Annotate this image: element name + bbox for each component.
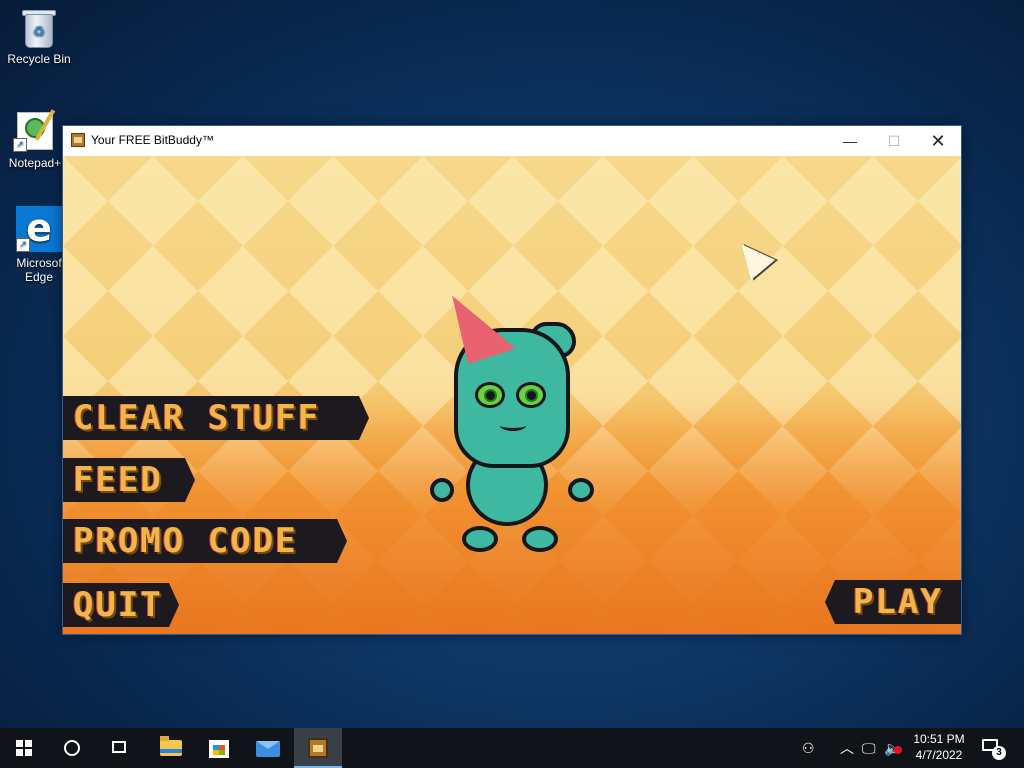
bitbuddy-window: Your FREE BitBuddy™ — ☐ ✕ CLEAR STUFF FE…: [62, 125, 962, 635]
buddy-left-hand: [430, 478, 454, 502]
buddy-right-hand: [568, 478, 594, 502]
folder-icon: [160, 736, 182, 756]
window-titlebar[interactable]: Your FREE BitBuddy™ — ☐ ✕: [63, 126, 961, 156]
buddy-left-foot: [462, 526, 498, 552]
pixel-cursor-icon: [728, 233, 776, 281]
party-hat: [446, 281, 516, 365]
task-view-button[interactable]: [96, 728, 144, 768]
network-icon[interactable]: 🖵: [862, 738, 876, 758]
maximize-button[interactable]: ☐: [871, 126, 917, 156]
buddy-mouth: [500, 420, 526, 431]
search-button[interactable]: [48, 728, 96, 768]
action-center-button[interactable]: 3: [980, 736, 1006, 760]
window-title: Your FREE BitBuddy™: [91, 133, 214, 147]
gift-box-icon: [308, 738, 328, 758]
game-canvas[interactable]: CLEAR STUFF FEED PROMO CODE QUIT PLAY: [63, 156, 961, 634]
store-bag-icon: [209, 740, 229, 758]
search-icon: [64, 740, 80, 756]
taskbar: ⚇ ︿ 🖵 🔈 10:51 PM 4/7/2022 3: [0, 728, 1024, 768]
feed-button[interactable]: FEED: [63, 458, 195, 502]
system-clock[interactable]: 10:51 PM 4/7/2022: [908, 731, 970, 763]
file-explorer-button[interactable]: [146, 728, 194, 768]
desktop-icon-label: Recycle Bin: [7, 52, 71, 66]
start-button[interactable]: [0, 728, 48, 768]
recycle-bin-icon: ♻: [21, 8, 57, 48]
windows-logo-icon: [16, 740, 32, 756]
clear-stuff-button[interactable]: CLEAR STUFF: [63, 396, 369, 440]
people-icon[interactable]: ⚇: [802, 738, 815, 758]
mail-button[interactable]: [244, 728, 292, 768]
volume-muted-icon[interactable]: 🔈: [884, 738, 902, 758]
buddy-right-foot: [522, 526, 558, 552]
bitbuddy-taskbar-button[interactable]: [294, 728, 342, 768]
bitbuddy-character[interactable]: [428, 281, 628, 566]
quit-button[interactable]: QUIT: [63, 583, 179, 627]
promo-code-button[interactable]: PROMO CODE: [63, 519, 347, 563]
buddy-left-eye: [475, 382, 505, 408]
desktop-icon-recycle-bin[interactable]: ♻ Recycle Bin: [2, 8, 76, 66]
edge-icon: e ↗: [16, 206, 62, 252]
minimize-button[interactable]: —: [827, 126, 873, 156]
close-button[interactable]: ✕: [915, 126, 961, 156]
notepad-plus-icon: ↗: [13, 108, 57, 152]
clock-time: 10:51 PM: [913, 732, 965, 746]
microsoft-store-button[interactable]: [195, 728, 243, 768]
task-view-icon: [112, 741, 126, 753]
chevron-up-icon[interactable]: ︿: [840, 738, 854, 758]
notification-count: 3: [992, 746, 1006, 760]
play-button[interactable]: PLAY: [825, 580, 961, 624]
clock-date: 4/7/2022: [915, 748, 963, 762]
buddy-right-eye: [516, 382, 546, 408]
mail-icon: [256, 741, 280, 757]
gift-box-icon: [71, 133, 85, 147]
